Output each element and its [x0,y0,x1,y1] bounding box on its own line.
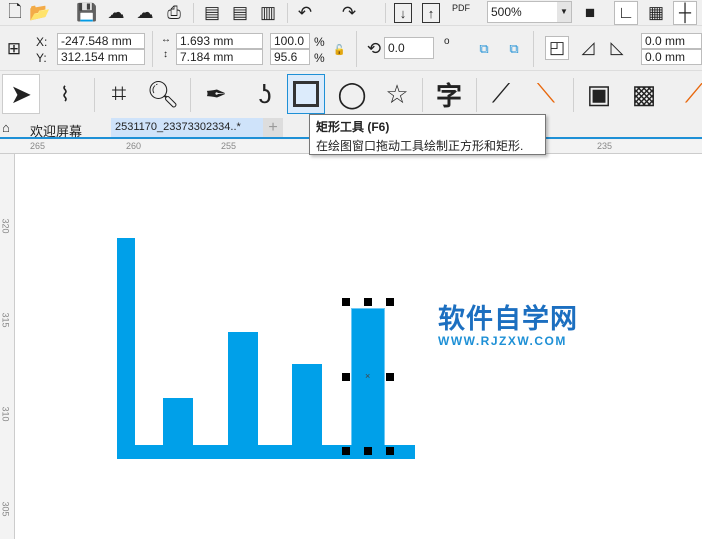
tooltip: 矩形工具 (F6) 在绘图窗口拖动工具绘制正方形和矩形. [309,114,546,155]
print-icon[interactable]: ⎙ [162,1,186,25]
degree-symbol: o [444,36,450,47]
scale-x-input[interactable]: 100.0 [270,33,310,49]
rulers-icon[interactable]: ∟ [614,1,638,25]
reference-point-icon[interactable]: ⊞ [2,37,26,61]
watermark-logo: 软件自学网 WWW.RJZXW.COM [438,304,578,348]
zoom-value: 500% [491,5,522,19]
x-position-input[interactable]: -247.548 mm [57,33,145,49]
ruler-tick-label: 315 [0,312,11,328]
lock-ratio-icon[interactable]: 🔓 [333,45,345,56]
bar-rect-2[interactable] [228,332,258,446]
chamfered-corner-icon[interactable]: ◺ [605,36,629,60]
ruler-tick-label: 255 [221,141,237,151]
ruler-tick-label: 310 [0,406,11,422]
new-document-icon[interactable]: 🗋 [3,1,27,25]
grid-icon[interactable]: ▦ [644,1,668,25]
tab-document[interactable]: 2531170_23373302334..* [111,118,263,137]
full-screen-icon[interactable]: ■ [578,1,602,25]
tooltip-title: 矩形工具 (F6) [316,120,390,134]
dimension-tool[interactable]: ⟋ [482,74,520,114]
save-icon[interactable]: 💾 [75,1,99,25]
transparency-tool[interactable]: ▩ [625,74,663,114]
watermark-url: WWW.RJZXW.COM [438,334,567,348]
percent-x: % [314,35,325,49]
redo-icon[interactable]: ↷ [337,1,361,25]
export-icon[interactable]: ↑ [422,3,440,23]
polygon-tool[interactable]: ☆ [378,74,416,114]
height-input[interactable]: 7.184 mm [176,49,263,65]
standard-toolbar: 🗋 📂 💾 ☁ ☁ ⎙ ▤ ▤ ▥ ↶ ↷ ↓ ↑ PDF 500% ▼ ■ ∟ … [0,0,702,26]
add-tab-button[interactable]: + [263,118,283,137]
crop-tool[interactable]: ⌗ [100,74,138,114]
width-icon: ↔ [161,34,171,45]
home-icon[interactable]: ⌂ [2,120,10,135]
selection-handle[interactable] [342,447,350,455]
vertical-ruler[interactable]: 320 315 310 305 [0,154,15,539]
zoom-level-select[interactable]: 500% ▼ [487,1,572,23]
tooltip-description: 在绘图窗口拖动工具绘制正方形和矩形. [316,139,524,153]
paste-icon[interactable]: ▥ [256,1,280,25]
axis-vertical-rect[interactable] [117,238,135,459]
cloud-download-icon[interactable]: ☁ [104,1,128,25]
guidelines-icon[interactable]: ┼ [673,1,697,25]
ruler-tick-label: 260 [126,141,142,151]
watermark-title: 软件自学网 [438,304,578,334]
round-corner-icon[interactable]: ◰ [545,36,569,60]
cut-icon[interactable]: ▤ [200,1,224,25]
selection-handle[interactable] [386,447,394,455]
text-tool[interactable]: 字 [430,74,468,114]
rectangle-tool[interactable] [287,74,325,114]
publish-pdf-button[interactable]: PDF [452,3,470,13]
bar-rect-1[interactable] [163,398,193,446]
bar-rect-3[interactable] [292,364,322,446]
shape-tool[interactable]: ⌇ [46,74,84,114]
copy-icon[interactable]: ▤ [228,1,252,25]
pick-tool[interactable]: ➤ [2,74,40,114]
mirror-horizontal-icon[interactable]: ⧉ [472,37,496,61]
selection-handle[interactable] [364,447,372,455]
selection-handle[interactable] [386,298,394,306]
ruler-tick-label: 235 [597,141,613,151]
y-label: Y: [36,51,47,65]
ruler-tick-label: 305 [0,501,11,517]
y-position-input[interactable]: 312.154 mm [57,49,145,65]
cloud-upload-icon[interactable]: ☁ [133,1,157,25]
zoom-tool[interactable]: 🔍︎ [144,74,182,114]
connector-tool[interactable]: ⟍ [527,74,565,114]
width-input[interactable]: 1.693 mm [176,33,263,49]
ruler-tick-label: 265 [30,141,46,151]
corner-radius-bottom-input[interactable]: 0.0 mm [641,49,702,65]
selection-handle[interactable] [386,373,394,381]
scale-y-input[interactable]: 95.6 [270,49,310,65]
contour-tool[interactable]: ▣ [580,74,618,114]
pen-tool[interactable]: ✒ [197,74,235,114]
x-label: X: [36,35,48,49]
rotation-input[interactable]: 0.0 [384,37,434,59]
undo-icon[interactable]: ↶ [293,1,317,25]
ellipse-tool[interactable]: ◯ [333,74,371,114]
percent-y: % [314,51,325,65]
corner-radius-top-input[interactable]: 0.0 mm [641,33,702,49]
rotate-icon: ⟲ [366,39,382,58]
eyedropper-tool[interactable]: ⟋ [675,74,702,114]
scalloped-corner-icon[interactable]: ◿ [576,36,600,60]
selection-handle[interactable] [342,298,350,306]
ruler-tick-label: 320 [0,218,11,234]
open-folder-icon[interactable]: 📂 [28,1,52,25]
tab-welcome-screen[interactable]: 欢迎屏幕 [30,121,82,140]
selection-handle[interactable] [364,298,372,306]
freehand-tool[interactable]: ʖ [246,74,284,114]
center-marker-icon: × [365,371,371,381]
height-icon: ↕ [163,49,168,60]
import-icon[interactable]: ↓ [394,3,412,23]
selection-handle[interactable] [342,373,350,381]
chevron-down-icon[interactable]: ▼ [557,2,571,22]
mirror-vertical-icon[interactable]: ⧉ [502,37,526,61]
property-bar: ⊞ X: Y: -247.548 mm 312.154 mm ↔ ↕ 1.693… [0,27,702,71]
